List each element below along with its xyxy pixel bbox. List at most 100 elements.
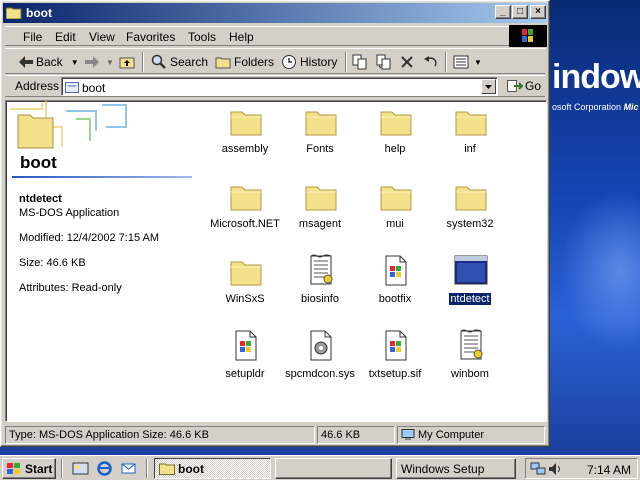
status-text: Type: MS-DOS Application Size: 46.6 KB	[5, 426, 315, 444]
windows-logo-icon	[509, 25, 547, 47]
start-button[interactable]: Start	[2, 458, 56, 479]
dos-app-icon	[454, 254, 488, 288]
back-button[interactable]: Back ▼	[19, 53, 79, 71]
file-item[interactable]: Microsoft.NET	[202, 179, 288, 251]
selected-file-attributes: Attributes: Read-only	[19, 282, 122, 294]
file-item[interactable]: winbom	[427, 329, 513, 401]
file-item-label: setupldr	[202, 368, 288, 380]
file-item[interactable]: WinSxS	[202, 254, 288, 326]
file-item[interactable]: bootfix	[352, 254, 438, 326]
copy-to-button[interactable]	[376, 53, 395, 71]
file-item[interactable]: ntdetect	[427, 254, 513, 326]
folder-icon	[304, 104, 338, 138]
windows-file-icon	[229, 329, 263, 363]
task-boot-label: boot	[178, 461, 204, 476]
file-item[interactable]: txtsetup.sif	[352, 329, 438, 401]
volume-icon[interactable]	[548, 462, 562, 476]
file-item-label: Microsoft.NET	[202, 218, 288, 230]
file-item[interactable]: msagent	[277, 179, 363, 251]
delete-icon	[401, 56, 413, 68]
file-name: assembly	[221, 143, 269, 155]
network-icon[interactable]	[530, 462, 546, 476]
forward-dropdown-icon[interactable]: ▼	[106, 58, 114, 67]
file-item[interactable]: system32	[427, 179, 513, 251]
move-to-button[interactable]	[352, 53, 371, 71]
task-windows-setup-label: Windows Setup	[401, 461, 485, 476]
file-name: txtsetup.sif	[368, 368, 422, 380]
file-item[interactable]: inf	[427, 104, 513, 176]
menu-edit[interactable]: Edit	[55, 30, 76, 44]
toolbar-separator	[345, 52, 347, 72]
task-blank[interactable]	[275, 458, 392, 479]
menu-file[interactable]: File	[23, 30, 42, 44]
file-item[interactable]: assembly	[202, 104, 288, 176]
file-name: inf	[464, 143, 476, 155]
menu-favorites[interactable]: Favorites	[126, 30, 175, 44]
search-icon	[151, 54, 166, 69]
address-input[interactable]: boot	[61, 77, 498, 96]
go-button[interactable]: Go	[507, 79, 541, 93]
maximize-button[interactable]: □	[512, 5, 528, 19]
file-name: Fonts	[306, 143, 334, 155]
search-button[interactable]: Search	[151, 53, 208, 71]
folders-icon	[215, 57, 231, 69]
move-to-icon	[352, 54, 367, 70]
internet-explorer-icon[interactable]	[96, 460, 113, 477]
file-item[interactable]: mui	[352, 179, 438, 251]
selected-file-type: MS-DOS Application	[19, 207, 120, 219]
toolbar-separator	[142, 52, 144, 72]
folder-icon	[229, 254, 263, 288]
file-item[interactable]: setupldr	[202, 329, 288, 401]
folder-icon	[229, 179, 263, 213]
file-item[interactable]: help	[352, 104, 438, 176]
my-computer-icon	[401, 429, 415, 440]
status-zone-label: My Computer	[418, 429, 485, 441]
taskbar: Start boot Windows Setup 7:14 AM	[0, 455, 640, 480]
address-dropdown-button[interactable]	[481, 79, 496, 94]
menu-tools[interactable]: Tools	[188, 30, 216, 44]
file-item-label: txtsetup.sif	[352, 368, 438, 380]
outlook-express-icon[interactable]	[120, 460, 137, 477]
show-desktop-icon[interactable]	[72, 460, 89, 477]
file-item-label: assembly	[202, 143, 288, 155]
file-item[interactable]: Fonts	[277, 104, 363, 176]
task-windows-setup[interactable]: Windows Setup	[396, 458, 516, 479]
folder-icon	[304, 179, 338, 213]
history-button[interactable]: History	[281, 53, 337, 71]
delete-button[interactable]	[400, 53, 417, 71]
folder-icon	[65, 82, 79, 93]
selected-file-modified: Modified: 12/4/2002 7:15 AM	[19, 232, 160, 244]
up-folder-button[interactable]	[119, 53, 138, 71]
forward-button[interactable]: ▼	[85, 53, 114, 71]
system-file-icon	[304, 329, 338, 363]
file-name: spcmdcon.sys	[285, 368, 355, 380]
back-dropdown-icon[interactable]: ▼	[71, 58, 79, 67]
address-bar: Address boot Go	[5, 75, 545, 97]
chevron-down-icon	[485, 85, 492, 89]
file-item-label: system32	[427, 218, 513, 230]
views-dropdown-icon[interactable]: ▼	[474, 58, 482, 67]
file-name: msagent	[298, 218, 342, 230]
windows-file-icon	[379, 329, 413, 363]
file-item-label: spcmdcon.sys	[277, 368, 363, 380]
file-item-label: WinSxS	[202, 293, 288, 305]
close-button[interactable]: ×	[530, 5, 546, 19]
title-bar[interactable]: boot _ □ ×	[3, 3, 547, 23]
file-item[interactable]: spcmdcon.sys	[277, 329, 363, 401]
folder-view[interactable]: boot ntdetect MS-DOS Application Modifie…	[5, 100, 547, 422]
task-boot[interactable]: boot	[154, 458, 271, 479]
views-button[interactable]: ▼	[453, 53, 482, 71]
menu-view[interactable]: View	[89, 30, 115, 44]
folders-button[interactable]: Folders	[215, 53, 274, 71]
taskbar-separator	[61, 459, 63, 478]
file-item[interactable]: biosinfo	[277, 254, 363, 326]
go-label: Go	[525, 79, 542, 93]
minimize-button[interactable]: _	[495, 5, 511, 19]
text-file-icon	[454, 329, 488, 363]
menu-help[interactable]: Help	[229, 30, 254, 44]
clock[interactable]: 7:14 AM	[587, 463, 631, 477]
text-file-icon	[304, 254, 338, 288]
go-arrow-icon	[507, 80, 523, 92]
folders-label: Folders	[234, 55, 275, 69]
undo-button[interactable]	[423, 53, 442, 71]
